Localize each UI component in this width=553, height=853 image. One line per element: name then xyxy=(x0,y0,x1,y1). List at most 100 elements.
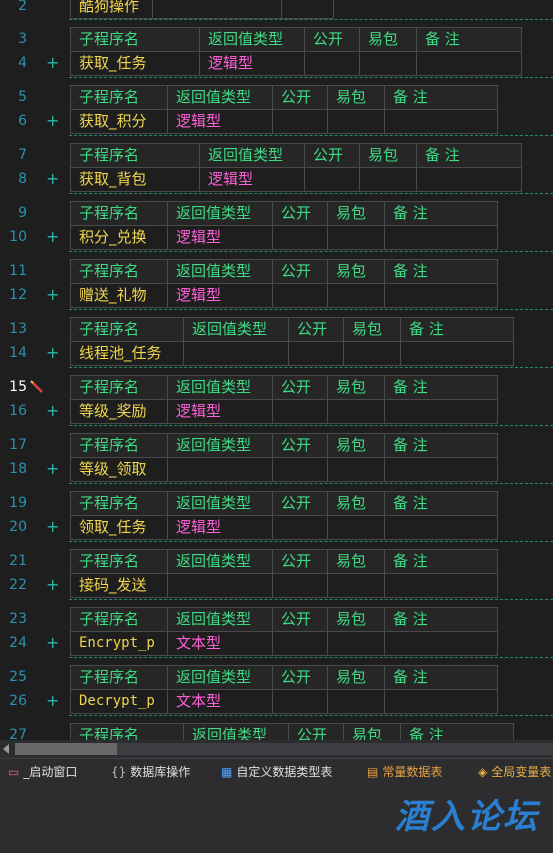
remark-cell[interactable] xyxy=(400,341,514,366)
subroutine-row[interactable]: 等级_领取 xyxy=(70,457,498,482)
easy-pack-cell[interactable] xyxy=(327,109,385,134)
public-cell[interactable] xyxy=(272,457,328,482)
expand-icon[interactable]: + xyxy=(46,399,59,423)
easy-pack-cell[interactable] xyxy=(327,457,385,482)
subroutine-row[interactable]: 获取_任务 逻辑型 xyxy=(70,51,522,76)
subroutine-row[interactable]: 获取_积分 逻辑型 xyxy=(70,109,498,134)
subroutine-row[interactable]: 积分_兑换 逻辑型 xyxy=(70,225,498,250)
subroutine-name-cell[interactable]: 获取_背包 xyxy=(70,167,200,192)
remark-cell[interactable] xyxy=(384,457,498,482)
subroutine-row[interactable]: 赠送_礼物 逻辑型 xyxy=(70,283,498,308)
code-editor[interactable]: 2 酷狗操作 3 4 + 子程序名 返回值类型 公开 易包备 注获取_任务 逻辑型 5 6 + 子程序… xyxy=(0,0,553,740)
line-number: 3 xyxy=(18,31,27,47)
expand-icon[interactable]: + xyxy=(46,51,59,75)
public-cell[interactable] xyxy=(272,573,328,598)
tab-custom-datatype[interactable]: ▦ 自定义数据类型表 xyxy=(221,764,332,780)
return-type-cell[interactable]: 逻辑型 xyxy=(167,283,273,308)
scroll-left-icon[interactable] xyxy=(3,744,9,754)
remark-cell[interactable] xyxy=(416,51,522,76)
public-cell[interactable] xyxy=(272,689,328,714)
return-type-cell[interactable]: 逻辑型 xyxy=(167,225,273,250)
return-type-cell[interactable]: 逻辑型 xyxy=(199,167,305,192)
easy-pack-cell[interactable] xyxy=(343,341,401,366)
return-type-cell[interactable]: 逻辑型 xyxy=(199,51,305,76)
expand-icon[interactable]: + xyxy=(46,689,59,713)
public-cell[interactable] xyxy=(272,283,328,308)
remark-cell[interactable] xyxy=(384,631,498,656)
remark-cell[interactable] xyxy=(384,573,498,598)
easy-pack-cell[interactable] xyxy=(359,51,417,76)
return-type-cell[interactable]: 文本型 xyxy=(167,631,273,656)
subroutine-name-cell[interactable]: Encrypt_p xyxy=(70,631,168,656)
subroutine-row[interactable]: 领取_任务 逻辑型 xyxy=(70,515,498,540)
remark-cell[interactable] xyxy=(384,399,498,424)
return-type-cell[interactable]: 逻辑型 xyxy=(167,515,273,540)
return-type-cell[interactable]: 逻辑型 xyxy=(167,109,273,134)
tab-startup-window[interactable]: ▭ _启动窗口 xyxy=(8,764,77,780)
expand-icon[interactable]: + xyxy=(46,573,59,597)
subroutine-name-cell[interactable]: Decrypt_p xyxy=(70,689,168,714)
easy-pack-cell[interactable] xyxy=(327,573,385,598)
public-cell[interactable] xyxy=(272,225,328,250)
return-type-cell[interactable] xyxy=(167,573,273,598)
easy-pack-cell[interactable] xyxy=(327,631,385,656)
public-cell[interactable] xyxy=(304,167,360,192)
scrollbar-track[interactable] xyxy=(117,743,553,755)
remark-cell[interactable] xyxy=(384,515,498,540)
easy-pack-cell[interactable] xyxy=(327,399,385,424)
subroutine-name-cell[interactable]: 酷狗操作 xyxy=(69,0,154,19)
public-cell[interactable] xyxy=(272,399,328,424)
subroutine-name-cell[interactable]: 等级_奖励 xyxy=(70,399,168,424)
remark-cell[interactable] xyxy=(384,283,498,308)
easy-pack-cell[interactable] xyxy=(327,283,385,308)
expand-icon[interactable]: + xyxy=(46,283,59,307)
subroutine-name-cell[interactable]: 获取_积分 xyxy=(70,109,168,134)
remark-cell[interactable] xyxy=(384,689,498,714)
subroutine-row[interactable]: 等级_奖励 逻辑型 xyxy=(70,399,498,424)
return-type-cell[interactable]: 文本型 xyxy=(167,689,273,714)
subroutine-name-cell[interactable]: 线程池_任务 xyxy=(70,341,184,366)
subroutine-row[interactable]: 线程池_任务 xyxy=(70,341,514,366)
header-public: 公开 xyxy=(272,549,328,574)
easy-pack-cell[interactable] xyxy=(327,515,385,540)
return-type-cell[interactable] xyxy=(167,457,273,482)
subroutine-name-cell[interactable]: 等级_领取 xyxy=(70,457,168,482)
tab-global-vars[interactable]: ◈ 全局变量表 xyxy=(478,764,551,780)
public-cell[interactable] xyxy=(272,631,328,656)
expand-icon[interactable]: + xyxy=(46,225,59,249)
horizontal-scrollbar[interactable] xyxy=(0,740,553,758)
expand-icon[interactable]: + xyxy=(46,515,59,539)
public-cell[interactable] xyxy=(304,51,360,76)
return-type-cell[interactable] xyxy=(183,341,289,366)
subroutine-row[interactable]: Encrypt_p 文本型 xyxy=(70,631,498,656)
subroutine-name-cell[interactable]: 赠送_礼物 xyxy=(70,283,168,308)
remark-cell[interactable] xyxy=(416,167,522,192)
tab-constants[interactable]: ▤ 常量数据表 xyxy=(367,764,442,780)
expand-icon[interactable]: + xyxy=(46,457,59,481)
scrollbar-thumb[interactable] xyxy=(15,743,117,755)
easy-pack-cell[interactable] xyxy=(327,689,385,714)
tab-database-ops[interactable]: {} 数据库操作 xyxy=(111,764,190,780)
remark-cell[interactable] xyxy=(384,109,498,134)
expand-icon[interactable]: + xyxy=(46,341,59,365)
expand-icon[interactable]: + xyxy=(46,109,59,133)
subroutine-row[interactable]: 接码_发送 xyxy=(70,573,498,598)
expand-icon[interactable]: + xyxy=(46,631,59,655)
subroutine-row[interactable]: Decrypt_p 文本型 xyxy=(70,689,498,714)
subroutine-name-cell[interactable]: 领取_任务 xyxy=(70,515,168,540)
return-type-cell[interactable] xyxy=(152,0,283,19)
remark-cell[interactable] xyxy=(384,225,498,250)
public-cell[interactable] xyxy=(272,109,328,134)
return-type-cell[interactable]: 逻辑型 xyxy=(167,399,273,424)
public-cell[interactable] xyxy=(288,341,344,366)
easy-pack-cell[interactable] xyxy=(327,225,385,250)
public-cell[interactable] xyxy=(281,0,334,19)
subroutine-name-cell[interactable]: 接码_发送 xyxy=(70,573,168,598)
breakpoint-pen-icon[interactable] xyxy=(30,380,44,394)
public-cell[interactable] xyxy=(272,515,328,540)
expand-icon[interactable]: + xyxy=(46,167,59,191)
subroutine-row[interactable]: 获取_背包 逻辑型 xyxy=(70,167,522,192)
subroutine-name-cell[interactable]: 积分_兑换 xyxy=(70,225,168,250)
easy-pack-cell[interactable] xyxy=(359,167,417,192)
subroutine-name-cell[interactable]: 获取_任务 xyxy=(70,51,200,76)
